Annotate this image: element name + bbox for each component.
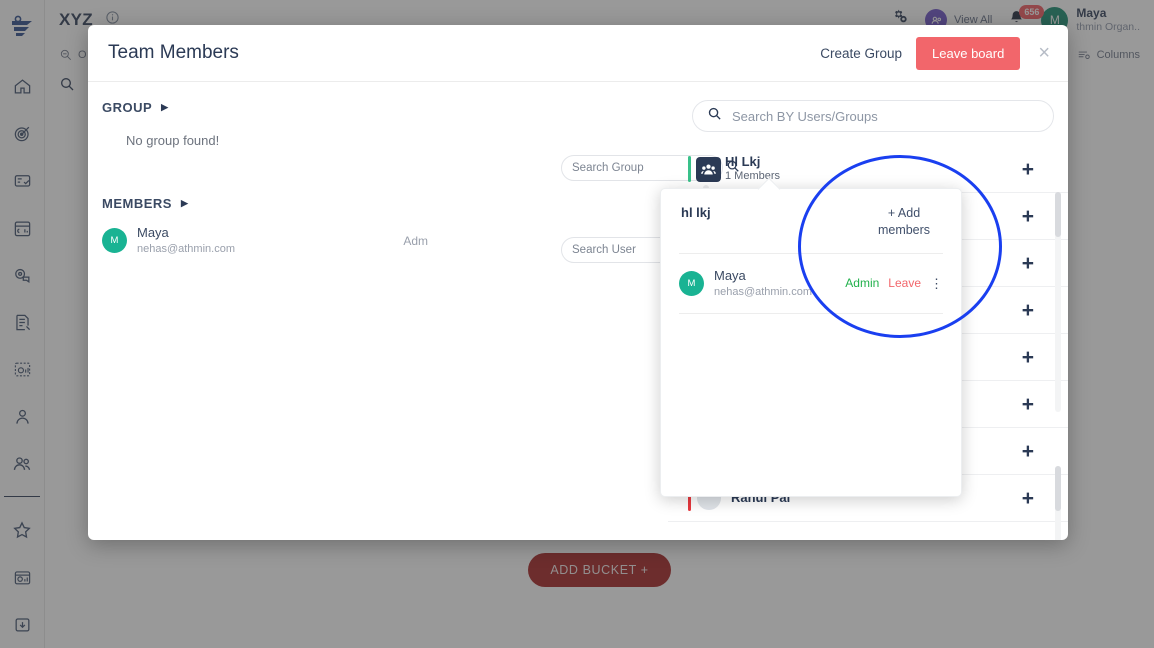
group-heading: GROUP xyxy=(102,100,153,115)
group-section-header[interactable]: GROUP ▶ xyxy=(88,100,668,115)
divider xyxy=(679,312,943,314)
member-name: Maya xyxy=(137,225,169,240)
add-button[interactable]: + xyxy=(1022,441,1034,462)
table-row[interactable]: Hl Lkj 1 Members + xyxy=(668,146,1068,193)
add-button[interactable]: + xyxy=(1022,394,1034,415)
add-members-button[interactable]: + Add members xyxy=(867,205,941,239)
member-email: nehas@athmin.com xyxy=(714,285,812,298)
row-accent-bar xyxy=(688,156,691,182)
screen-root: XYZ View All 656 M xyxy=(0,0,1154,648)
search-icon[interactable] xyxy=(707,106,722,126)
members-section-header[interactable]: MEMBERS ▶ xyxy=(88,196,668,211)
avatar: M xyxy=(102,228,127,254)
add-button[interactable]: + xyxy=(1022,347,1034,368)
close-icon[interactable]: × xyxy=(1034,43,1054,63)
admin-role-button[interactable]: Admin xyxy=(845,276,879,290)
leave-button[interactable]: Leave xyxy=(888,276,921,290)
list-item[interactable]: M Maya nehas@athmin.com Admin Leave ⋮ xyxy=(661,254,961,299)
member-name: Maya xyxy=(714,267,746,283)
leave-board-button[interactable]: Leave board xyxy=(916,36,1021,70)
popover-header: hl lkj + Add members xyxy=(661,189,961,239)
search-users-groups-input[interactable] xyxy=(732,108,1039,124)
add-button[interactable]: + xyxy=(1022,300,1034,321)
modal-header: Team Members Create Group Leave board × xyxy=(88,25,1068,82)
page-title: Team Members xyxy=(108,42,239,63)
members-heading: MEMBERS xyxy=(102,196,172,211)
chevron-right-icon: ▶ xyxy=(180,198,189,208)
add-button[interactable]: + xyxy=(1022,253,1034,274)
no-group-message: No group found! xyxy=(126,133,220,148)
avatar: M xyxy=(679,270,704,296)
modal-header-actions: Create Group Leave board × xyxy=(820,36,1054,70)
popover-title: hl lkj xyxy=(681,205,711,220)
create-group-button[interactable]: Create Group xyxy=(820,46,902,61)
add-button[interactable]: + xyxy=(1022,488,1034,509)
row-title: Hl Lkj xyxy=(725,154,761,169)
group-members-popover: hl lkj + Add members M Maya nehas@athmin… xyxy=(660,177,962,497)
chevron-right-icon: ▶ xyxy=(161,102,169,112)
add-button[interactable]: + xyxy=(1022,206,1034,227)
more-options-icon[interactable]: ⋮ xyxy=(930,277,943,290)
right-scrollbar[interactable] xyxy=(1055,466,1061,511)
member-email: nehas@athmin.com xyxy=(137,242,235,255)
group-icon xyxy=(696,156,721,182)
member-actions: Admin Leave ⋮ xyxy=(845,276,943,290)
right-scrollbar[interactable] xyxy=(1055,192,1061,237)
add-button[interactable]: + xyxy=(1022,159,1034,180)
left-panel: GROUP ▶ No group found! MEMBERS ▶ M Maya… xyxy=(88,82,739,540)
search-users-groups-field[interactable] xyxy=(692,100,1054,132)
